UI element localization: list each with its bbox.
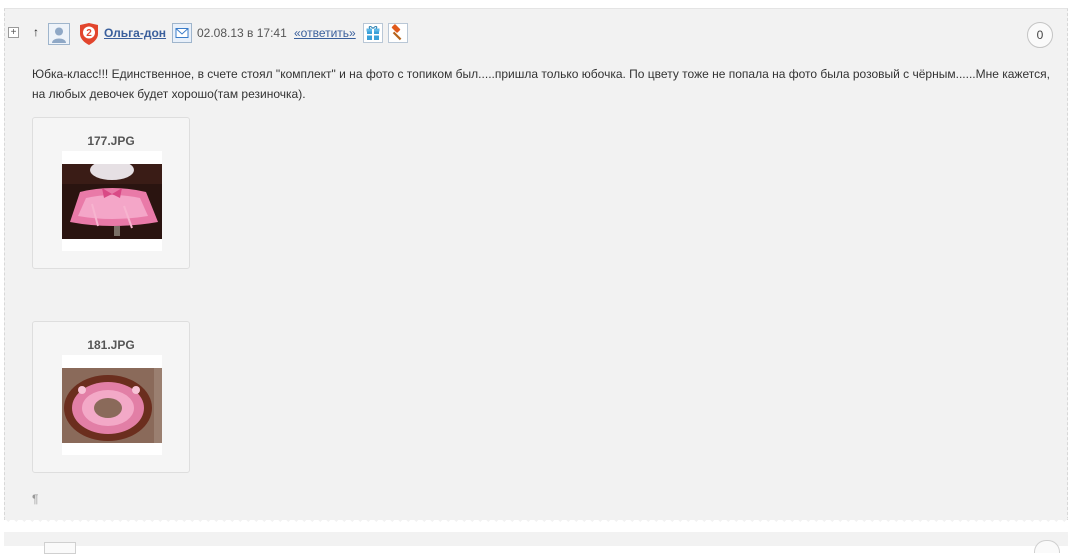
send-message-button[interactable] xyxy=(172,23,192,43)
attachment-card[interactable]: 181.JPG xyxy=(32,321,190,473)
attachment-thumbnail[interactable] xyxy=(62,151,162,251)
next-comment-rating-edge xyxy=(1034,540,1060,553)
moderation-button[interactable] xyxy=(388,23,408,43)
mail-envelope-icon xyxy=(175,28,189,38)
expand-button[interactable]: + xyxy=(8,27,19,38)
comment-block: + ↑ 2 Ольга-дон 02.08.13 в 17:41 «ответи… xyxy=(4,8,1068,520)
parent-comment-arrow[interactable]: ↑ xyxy=(33,25,39,39)
gift-button[interactable] xyxy=(363,23,383,43)
attachment-filename: 177.JPG xyxy=(87,134,135,148)
comment-text-line: Юбка-класс!!! Единственное, в счете стоя… xyxy=(32,67,1050,81)
attachment-thumbnail[interactable] xyxy=(62,355,162,455)
comment-datetime: 02.08.13 в 17:41 xyxy=(197,26,287,40)
rank-badge-number: 2 xyxy=(86,28,92,39)
user-avatar-icon xyxy=(49,24,69,44)
next-comment-avatar-edge xyxy=(44,542,76,554)
hammer-icon xyxy=(391,24,402,41)
reply-link[interactable]: «ответить» xyxy=(294,26,356,40)
skirt-photo-image xyxy=(62,164,162,239)
comment-header: + ↑ 2 Ольга-дон 02.08.13 в 17:41 «ответи… xyxy=(5,23,1067,45)
attachment-card[interactable]: 177.JPG xyxy=(32,117,190,269)
skirt-photo-image xyxy=(62,368,162,443)
author-name-link[interactable]: Ольга-дон xyxy=(104,26,166,40)
gift-icon xyxy=(366,26,380,40)
next-comment-peek xyxy=(4,532,1068,554)
comment-bottom-edge xyxy=(4,518,1068,526)
rating-counter[interactable]: 0 xyxy=(1027,22,1053,48)
rank-badge: 2 xyxy=(79,23,99,45)
comment-text-line: на любых девочек будет хорошо(там резино… xyxy=(32,87,306,101)
attachment-filename: 181.JPG xyxy=(87,338,135,352)
comment-text: Юбка-класс!!! Единственное, в счете стоя… xyxy=(32,64,1062,104)
paragraph-mark: ¶ xyxy=(32,492,39,506)
rank-shield-icon: 2 xyxy=(80,23,98,45)
avatar[interactable] xyxy=(48,23,70,45)
